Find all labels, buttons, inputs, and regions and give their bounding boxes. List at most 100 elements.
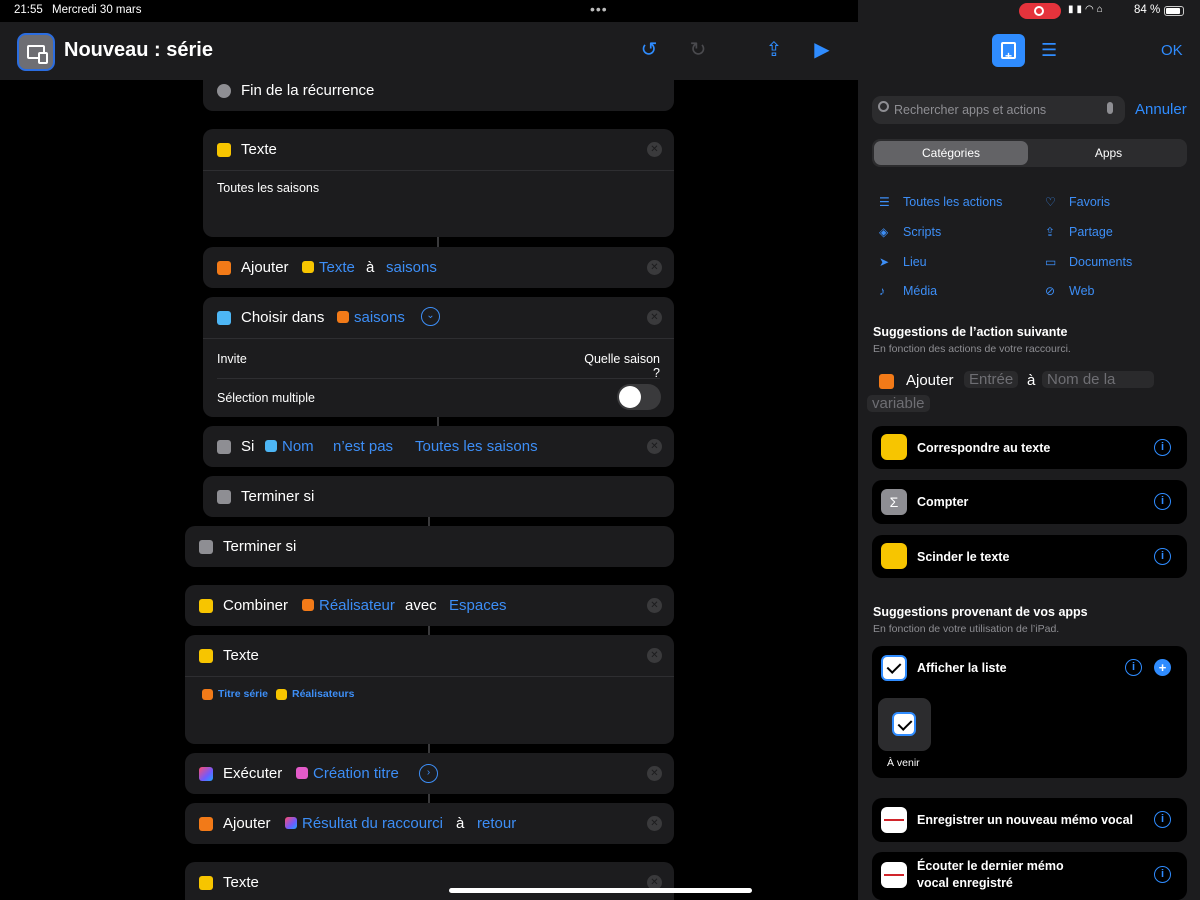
shortcut-title[interactable]: Nouveau : série [64,39,213,62]
separator-value[interactable]: Espaces [449,597,507,614]
action-run-shortcut[interactable]: Exécuter Création titre › ✕ [185,753,674,794]
divider [185,676,674,677]
checkbox-icon [881,655,907,681]
action-if[interactable]: Si Nom n’est pas Toutes les saisons ✕ [203,426,674,467]
info-icon[interactable]: i [1125,659,1142,676]
voice-memo-icon [881,862,907,888]
text-content[interactable]: Toutes les saisons [217,181,319,195]
tab-categories[interactable]: Catégories [874,141,1028,165]
token-variable[interactable]: Réalisateurs [292,688,354,700]
list-tile[interactable] [878,698,931,751]
info-icon[interactable]: i [1154,811,1171,828]
action-end-repeat[interactable]: Fin de la récurrence [203,70,674,111]
token-variable[interactable]: Titre série [218,688,268,700]
panel-toolbar: + ☰ OK [858,22,1200,80]
remove-action-icon[interactable]: ✕ [647,310,662,325]
token-variable[interactable]: saisons [386,259,437,276]
search-input[interactable] [894,96,1104,124]
remove-action-icon[interactable]: ✕ [647,816,662,831]
token-result[interactable]: Résultat du raccourci [302,815,443,832]
suggestion-label: vocal enregistré [917,876,1013,890]
category-web[interactable]: Web [1069,284,1094,298]
shortcut-editor: Nouveau : série ↺ ↻ ⇪ ▶ Fin de la récurr… [0,0,858,900]
action-end-if[interactable]: Terminer si [203,476,674,517]
remove-action-icon[interactable]: ✕ [647,260,662,275]
screen-recording-icon[interactable] [1019,3,1061,19]
home-indicator[interactable] [449,888,752,893]
remove-action-icon[interactable]: ✕ [647,766,662,781]
category-share[interactable]: Partage [1069,225,1113,239]
action-add-to-variable[interactable]: Ajouter Texte à saisons ✕ [203,247,674,288]
suggestion-item[interactable]: Enregistrer un nouveau mémo vocal i [872,798,1187,842]
category-location[interactable]: Lieu [903,255,927,269]
suggestion-item[interactable]: Correspondre au texte i [872,426,1187,469]
list-icon: ☰ [879,195,890,209]
token-name[interactable]: Nom [282,438,314,455]
text-icon [199,599,213,613]
suggestion-item[interactable]: Σ Compter i [872,480,1187,524]
add-action-icon[interactable]: + [992,34,1025,67]
token-variable[interactable]: Réalisateur [319,597,395,614]
action-combine-text[interactable]: Combiner Réalisateur avec Espaces ✕ [185,585,674,626]
redo-icon[interactable]: ↻ [686,38,710,62]
search-icon [878,101,889,112]
suggestion-label: Enregistrer un nouveau mémo vocal [917,813,1134,827]
chevron-right-icon[interactable]: › [419,764,438,783]
suggestion-label: Correspondre au texte [917,441,1051,455]
branch-icon [217,490,231,504]
category-media[interactable]: Média [903,284,937,298]
suggestion-item[interactable]: Scinder le texte i [872,535,1187,578]
branch-icon [217,440,231,454]
shortcuts-icon [285,817,297,829]
info-icon[interactable]: i [1154,866,1171,883]
multitasking-dots-icon[interactable]: ••• [590,1,608,17]
action-end-if[interactable]: Terminer si [185,526,674,567]
remove-action-icon[interactable]: ✕ [647,598,662,613]
flow-connector [437,237,439,247]
category-documents[interactable]: Documents [1069,255,1132,269]
token-variable[interactable]: retour [477,815,516,832]
settings-sliders-icon[interactable]: ☰ [1041,40,1057,61]
category-favorites[interactable]: Favoris [1069,195,1110,209]
multi-select-toggle[interactable] [617,384,661,410]
battery-icon [1164,6,1184,16]
token-shortcut[interactable]: Création titre [313,765,399,782]
action-add-to-variable[interactable]: Ajouter Résultat du raccourci à retour ✕ [185,803,674,844]
condition-operator[interactable]: n’est pas [333,438,393,455]
share-icon[interactable]: ⇪ [762,38,786,62]
remove-action-icon[interactable]: ✕ [647,142,662,157]
list-icon [217,311,231,325]
sigma-icon: Σ [881,489,907,515]
action-text[interactable]: Texte ✕ Toutes les saisons [203,129,674,237]
microphone-icon[interactable] [1107,102,1113,114]
tab-apps[interactable]: Apps [1032,141,1185,165]
suggestion-show-list[interactable]: Afficher la liste i + À venir [872,646,1187,778]
checkbox-icon [892,712,916,736]
add-icon[interactable]: + [1154,659,1171,676]
remove-action-icon[interactable]: ✕ [647,439,662,454]
action-choose-from-list[interactable]: Choisir dans saisons ⌄ ✕ Invite Quelle s… [203,297,674,417]
action-label: Terminer si [241,488,315,505]
suggested-add-action[interactable]: Ajouter Entrée à Nom de la variable [867,368,1157,418]
ok-button[interactable]: OK [1161,42,1183,59]
token-text[interactable]: Texte [319,259,355,276]
category-scripts[interactable]: Scripts [903,225,941,239]
info-icon[interactable]: i [1154,493,1171,510]
remove-action-icon[interactable]: ✕ [647,648,662,663]
undo-icon[interactable]: ↺ [637,38,661,62]
shortcut-icon[interactable] [17,33,55,71]
condition-value[interactable]: Toutes les saisons [415,438,538,455]
play-icon[interactable]: ▶ [810,38,834,62]
suggestion-item[interactable]: Écouter le dernier mémo vocal enregistré… [872,852,1187,900]
cancel-button[interactable]: Annuler [1135,101,1187,118]
token-variable[interactable]: saisons [354,309,405,326]
info-icon[interactable]: i [1154,439,1171,456]
list-tile-label: À venir [887,757,920,769]
category-all-actions[interactable]: Toutes les actions [903,195,1002,209]
prompt-value[interactable]: Quelle saison ? [574,352,660,380]
action-text[interactable]: Texte ✕ [185,862,674,900]
search-field[interactable] [872,96,1125,124]
action-text[interactable]: Texte ✕ Titre série Réalisateurs [185,635,674,744]
info-icon[interactable]: i [1154,548,1171,565]
chevron-down-icon[interactable]: ⌄ [421,307,440,326]
